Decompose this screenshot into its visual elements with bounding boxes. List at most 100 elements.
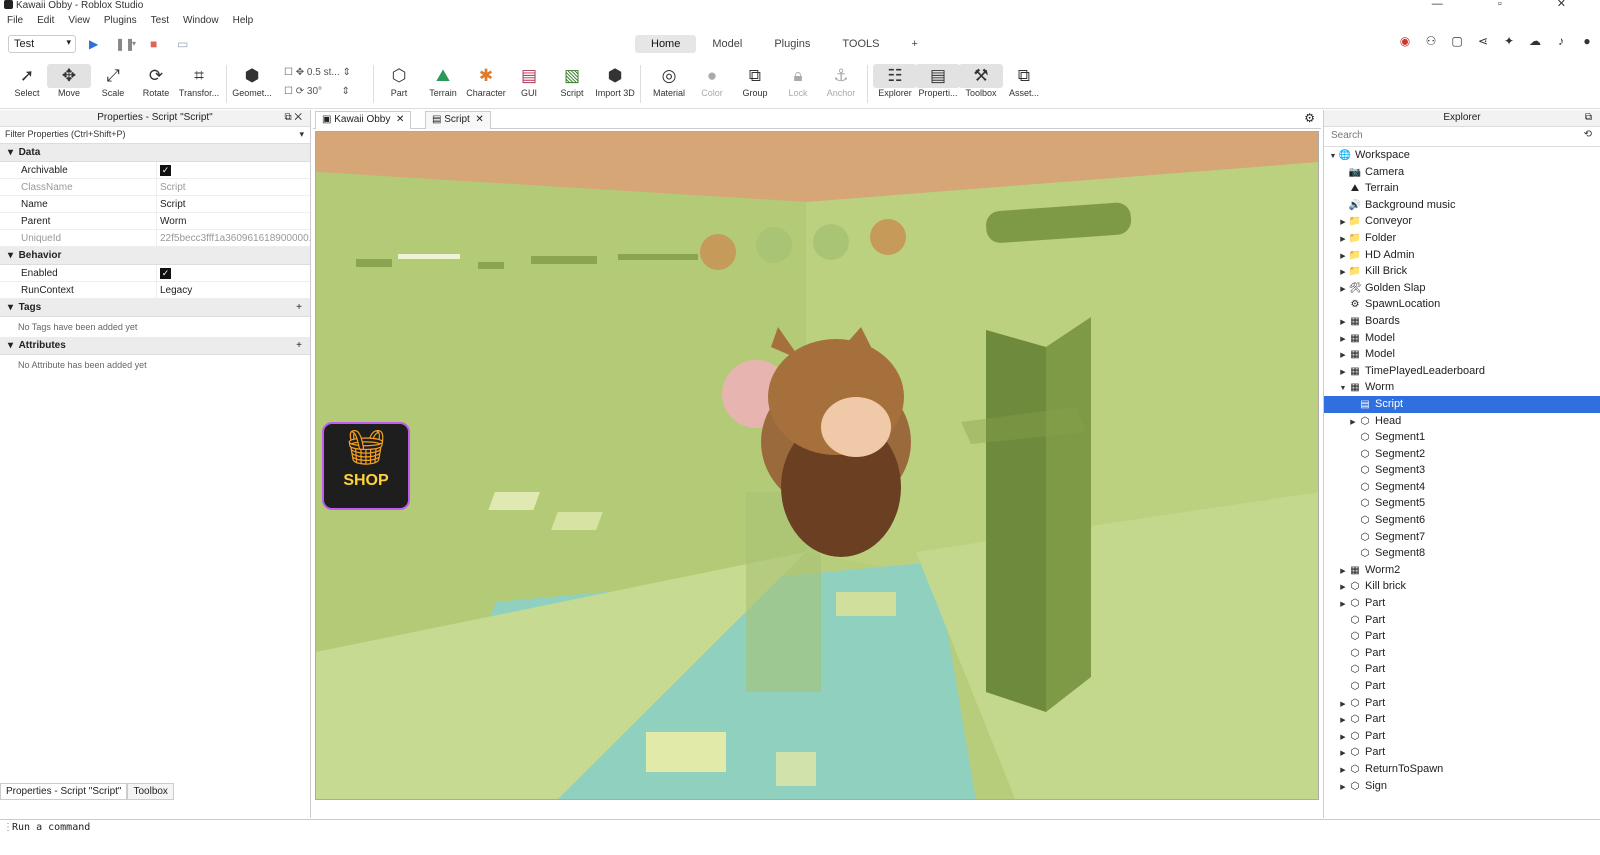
tool-rotate[interactable]: ⟳ Rotate <box>134 64 178 98</box>
move-snap-field[interactable]: ☐ ✥ 0.5 st... ⇕ <box>284 67 351 78</box>
mode-select[interactable]: Test ▾ <box>8 35 76 53</box>
tool-character[interactable]: ✱ Character <box>464 64 508 98</box>
prop-parent[interactable]: Parent Worm <box>0 213 310 230</box>
filter-properties-input[interactable]: Filter Properties (Ctrl+Shift+P) ▾ <box>0 127 310 144</box>
menu-test[interactable]: Test <box>151 15 169 26</box>
tree-item[interactable]: ▶ ▦ TimePlayedLeaderboard <box>1324 363 1600 380</box>
tree-item[interactable]: ▶ 📁 Kill Brick <box>1324 263 1600 280</box>
menu-help[interactable]: Help <box>233 15 254 26</box>
explorer-search-input[interactable]: Search ⟲ <box>1324 127 1600 147</box>
history-icon[interactable]: ⟲ <box>1584 129 1592 140</box>
tool-asset-manager[interactable]: ⧉ Asset... <box>1002 64 1046 98</box>
tree-item[interactable]: ▶ ⬡ Part <box>1324 695 1600 712</box>
tree-item[interactable]: ▶ ⬡ Head <box>1324 413 1600 430</box>
tree-item[interactable]: 📷 Camera <box>1324 164 1600 181</box>
tree-item[interactable]: ▶ ▦ Boards <box>1324 313 1600 330</box>
tree-item[interactable]: ⬡ Part <box>1324 661 1600 678</box>
section-attributes[interactable]: ▾ Attributes + <box>0 337 310 355</box>
tree-item[interactable]: ▶ ⬡ Kill brick <box>1324 578 1600 595</box>
tree-item[interactable]: ▶ ▦ Worm2 <box>1324 562 1600 579</box>
tab-add[interactable]: + <box>895 35 933 53</box>
tree-item[interactable]: ⚙ SpawnLocation <box>1324 296 1600 313</box>
rotate-snap-field[interactable]: ☐ ⟳ 30° ⇕ <box>284 86 350 97</box>
tree-item[interactable]: ⬡ Segment4 <box>1324 479 1600 496</box>
tool-part[interactable]: ⬡ Part <box>377 64 421 98</box>
play-options-chevron-icon[interactable]: ▾ <box>132 39 136 48</box>
gear-icon[interactable]: ⚙ <box>1304 111 1315 125</box>
tool-lock[interactable]: 🔒︎ Lock <box>776 64 820 98</box>
tree-item[interactable]: ▶ 📁 Folder <box>1324 230 1600 247</box>
tree-item[interactable]: ▶ ▦ Model <box>1324 346 1600 363</box>
tool-material[interactable]: ◎ Material <box>647 64 691 98</box>
expand-arrow-icon[interactable]: ▶ <box>1338 780 1348 797</box>
menu-plugins[interactable]: Plugins <box>104 15 137 26</box>
tool-explorer[interactable]: ☷ Explorer <box>873 64 917 98</box>
prop-archivable[interactable]: Archivable ✓ <box>0 162 310 179</box>
stop-icon[interactable]: ■ <box>150 37 157 51</box>
tree-item[interactable]: ⬡ Part <box>1324 612 1600 629</box>
tree-item[interactable]: ⬡ Segment5 <box>1324 495 1600 512</box>
tool-toolbox[interactable]: ⚒ Toolbox <box>959 64 1003 98</box>
tab-model[interactable]: Model <box>696 35 758 53</box>
tool-transform[interactable]: ⌗ Transfor... <box>177 64 221 98</box>
tree-item[interactable]: ⬡ Segment3 <box>1324 462 1600 479</box>
tree-item[interactable]: ▤ Script <box>1324 395 1600 413</box>
tree-item[interactable]: ▶ 📁 HD Admin <box>1324 247 1600 264</box>
tree-item[interactable]: ⬡ Segment7 <box>1324 529 1600 546</box>
menu-window[interactable]: Window <box>183 15 219 26</box>
avatar[interactable]: ◉ <box>1392 34 1418 48</box>
tool-script[interactable]: ▧ Script <box>550 64 594 98</box>
tree-item[interactable]: ▶ ⬡ Part <box>1324 595 1600 612</box>
tool-geometry[interactable]: ⬢ Geomet... <box>230 64 274 98</box>
tree-item[interactable]: ⬡ Segment1 <box>1324 429 1600 446</box>
tree-item[interactable]: ⬡ Part <box>1324 645 1600 662</box>
tool-anchor[interactable]: ⚓︎ Anchor <box>819 64 863 98</box>
shop-button[interactable]: 🧺︎ SHOP <box>322 422 410 510</box>
tab-plugins[interactable]: Plugins <box>758 35 826 53</box>
close-icon[interactable]: ✕ <box>475 114 483 125</box>
tree-item[interactable]: ▶ ⬡ Part <box>1324 744 1600 761</box>
collaborators-icon[interactable]: ⚇ <box>1418 34 1444 48</box>
menu-edit[interactable]: Edit <box>37 15 54 26</box>
tree-item[interactable]: ▶ ⬡ Sign <box>1324 778 1600 795</box>
tree-item[interactable]: ▶ ⬡ ReturnToSpawn <box>1324 761 1600 778</box>
tree-item[interactable]: ▼ 🌐 Workspace <box>1324 147 1600 164</box>
tree-item[interactable]: ⬡ Segment2 <box>1324 446 1600 463</box>
tool-gui[interactable]: ▤ GUI <box>507 64 551 98</box>
tab-tools[interactable]: TOOLS <box>826 35 895 53</box>
doc-tab-kawaii-obby[interactable]: ▣ Kawaii Obby ✕ <box>315 111 412 129</box>
tree-item[interactable]: ▶ 🛠 Golden Slap <box>1324 280 1600 297</box>
tool-group[interactable]: ⧉ Group <box>733 64 777 98</box>
menu-view[interactable]: View <box>68 15 90 26</box>
tree-item[interactable]: ⬡ Segment6 <box>1324 512 1600 529</box>
assistant-icon[interactable]: ✦ <box>1496 34 1522 48</box>
doc-tab-script[interactable]: ▤ Script ✕ <box>425 111 491 129</box>
tool-select[interactable]: ➚ Select <box>5 64 49 98</box>
tree-item[interactable]: ▼ ▦ Worm <box>1324 379 1600 396</box>
section-tags[interactable]: ▾ Tags + <box>0 299 310 317</box>
close-icon[interactable]: ✕ <box>396 114 404 125</box>
command-bar-input[interactable]: ⋮ Run a command <box>0 819 1600 836</box>
tree-item[interactable]: ⬡ Segment8 <box>1324 545 1600 562</box>
tree-item[interactable]: ▶ ⬡ Part <box>1324 711 1600 728</box>
menu-file[interactable]: File <box>7 15 23 26</box>
tool-color[interactable]: ● Color <box>690 64 734 98</box>
tree-item[interactable]: ▶ 📁 Conveyor <box>1324 213 1600 230</box>
popout-icon[interactable]: ⧉ <box>1585 110 1592 126</box>
notifications-icon[interactable]: ♪ <box>1548 34 1574 48</box>
tree-item[interactable]: ⛰ Terrain <box>1324 180 1600 197</box>
tab-properties[interactable]: Properties - Script "Script" <box>0 783 128 800</box>
window-controls[interactable]: — ▫ ✕ <box>1432 0 1592 10</box>
add-tag-button[interactable]: + <box>296 299 302 317</box>
close-icon[interactable]: ⧉ ✕ <box>284 110 302 126</box>
tool-move[interactable]: ✥ Move <box>47 64 91 98</box>
tree-item[interactable]: ▶ ⬡ Part <box>1324 728 1600 745</box>
add-attribute-button[interactable]: + <box>296 337 302 355</box>
section-data[interactable]: ▾ Data <box>0 144 310 162</box>
tree-item[interactable]: 🔊 Background music <box>1324 197 1600 214</box>
prop-name[interactable]: Name Script <box>0 196 310 213</box>
tool-import-3d[interactable]: ⬢ Import 3D <box>593 64 637 98</box>
tree-item[interactable]: ⬡ Part <box>1324 628 1600 645</box>
tree-item[interactable]: ⬡ Part <box>1324 678 1600 695</box>
play-icon[interactable]: ▶ <box>89 37 98 51</box>
